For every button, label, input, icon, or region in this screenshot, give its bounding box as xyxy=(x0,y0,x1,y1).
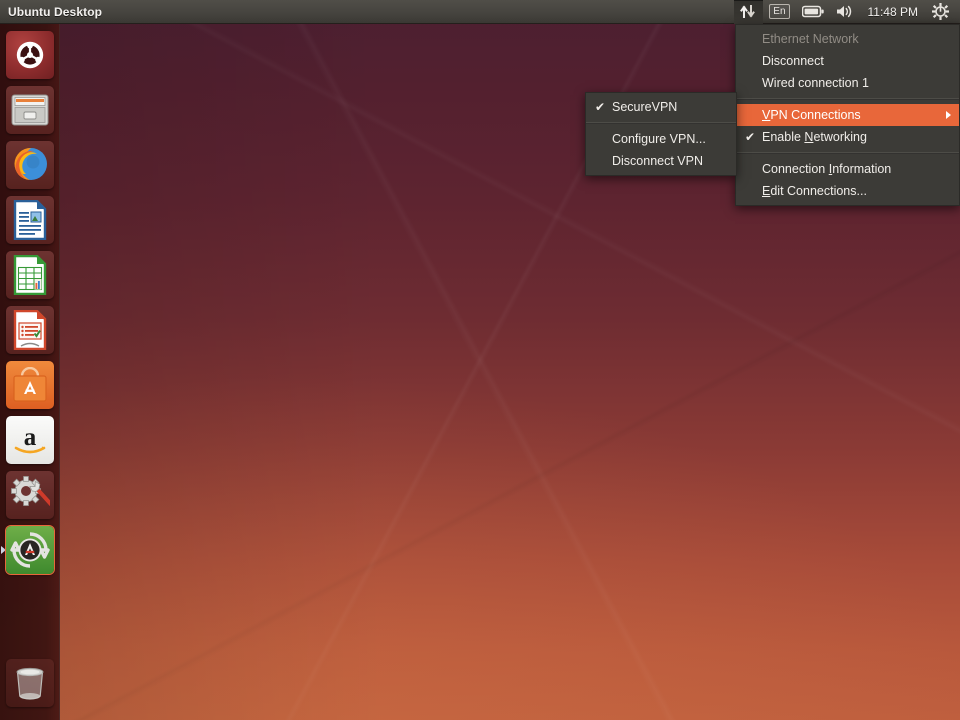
system-settings-icon xyxy=(6,470,54,519)
network-indicator[interactable] xyxy=(734,0,764,24)
unity-launcher: a xyxy=(0,24,60,720)
menu-separator xyxy=(736,98,959,100)
launcher-item-trash[interactable] xyxy=(0,655,60,710)
menu-item-enable-networking[interactable]: ✔ Enable Networking xyxy=(736,126,959,148)
submenu-item-configure-vpn[interactable]: Configure VPN... xyxy=(586,128,736,150)
checkmark-icon: ✔ xyxy=(745,130,756,144)
amazon-logo-icon: a xyxy=(14,424,46,453)
menu-separator xyxy=(586,122,736,124)
menu-item-label: Edit Connections... xyxy=(762,184,867,198)
amazon-icon: a xyxy=(6,415,54,464)
gear-power-icon xyxy=(932,3,949,20)
menu-item-disconnect[interactable]: Disconnect xyxy=(736,50,959,72)
software-updater-icon xyxy=(6,525,54,574)
chevron-right-icon xyxy=(946,111,951,119)
checkmark-icon: ✔ xyxy=(595,100,606,114)
menu-item-wired-connection-1[interactable]: Wired connection 1 xyxy=(736,72,959,94)
launcher-item-firefox[interactable] xyxy=(0,137,60,192)
clock-indicator[interactable]: 11:48 PM xyxy=(860,0,926,24)
menu-item-vpn-connections[interactable]: VPN Connections xyxy=(736,104,959,126)
svg-text:a: a xyxy=(24,424,37,451)
indicator-area: En 11:48 PM xyxy=(734,0,960,24)
ubuntu-desktop: Ubuntu Desktop En 11:48 PM a Ethernet Ne… xyxy=(0,0,960,720)
launcher-item-libreoffice-impress[interactable] xyxy=(0,302,60,357)
battery-indicator[interactable] xyxy=(796,0,830,24)
gear-wrench-icon xyxy=(11,475,50,506)
menu-separator xyxy=(736,152,959,154)
launcher-item-files[interactable] xyxy=(0,82,60,137)
launcher-item-software-updater[interactable] xyxy=(0,522,60,577)
menu-item-label: VPN Connections xyxy=(762,108,861,122)
menu-item-edit-connections[interactable]: Edit Connections... xyxy=(736,180,959,202)
file-manager-icon xyxy=(6,85,54,134)
firefox-icon xyxy=(6,140,54,189)
sound-indicator[interactable] xyxy=(830,0,860,24)
libreoffice-calc-icon xyxy=(6,250,54,299)
menu-item-ethernet-network: Ethernet Network xyxy=(762,32,859,46)
software-center-icon xyxy=(6,360,54,409)
launcher-item-dash-home[interactable] xyxy=(0,27,60,82)
ubuntu-logo-icon xyxy=(6,30,54,79)
menu-item-label: Enable Networking xyxy=(762,130,867,144)
calc-spreadsheet-icon xyxy=(13,254,47,295)
update-refresh-icon xyxy=(10,531,50,568)
menu-item-connection-information[interactable]: Connection Information xyxy=(736,158,959,180)
file-cabinet-icon xyxy=(11,94,49,125)
session-indicator[interactable] xyxy=(926,0,955,24)
trash-can-icon xyxy=(16,667,44,700)
network-arrows-icon xyxy=(740,5,756,18)
submenu-item-securevpn[interactable]: ✔ SecureVPN xyxy=(586,96,736,118)
impress-presentation-icon xyxy=(13,309,47,350)
network-indicator-menu: Ethernet Network Disconnect Wired connec… xyxy=(735,24,960,206)
menu-item-label: Connection Information xyxy=(762,162,892,176)
libreoffice-impress-icon xyxy=(6,305,54,354)
submenu-item-disconnect-vpn[interactable]: Disconnect VPN xyxy=(586,150,736,172)
keyboard-indicator[interactable]: En xyxy=(763,0,795,24)
battery-icon xyxy=(801,5,824,18)
launcher-item-system-settings[interactable] xyxy=(0,467,60,522)
top-panel: Ubuntu Desktop En 11:48 PM xyxy=(0,0,960,24)
volume-icon xyxy=(836,5,851,18)
firefox-logo-icon xyxy=(14,147,47,180)
shopping-bag-icon xyxy=(13,366,47,402)
launcher-item-libreoffice-writer[interactable] xyxy=(0,192,60,247)
panel-title: Ubuntu Desktop xyxy=(8,4,103,19)
trash-icon xyxy=(6,658,54,707)
launcher-item-ubuntu-software-center[interactable] xyxy=(0,357,60,412)
launcher-item-amazon[interactable]: a xyxy=(0,412,60,467)
libreoffice-writer-icon xyxy=(6,195,54,244)
ubuntu-circle-of-friends-icon xyxy=(16,41,44,68)
writer-document-icon xyxy=(13,199,47,240)
launcher-item-libreoffice-calc[interactable] xyxy=(0,247,60,302)
keyboard-layout-icon: En xyxy=(769,4,790,19)
vpn-connections-submenu: ✔ SecureVPN Configure VPN... Disconnect … xyxy=(585,92,737,176)
